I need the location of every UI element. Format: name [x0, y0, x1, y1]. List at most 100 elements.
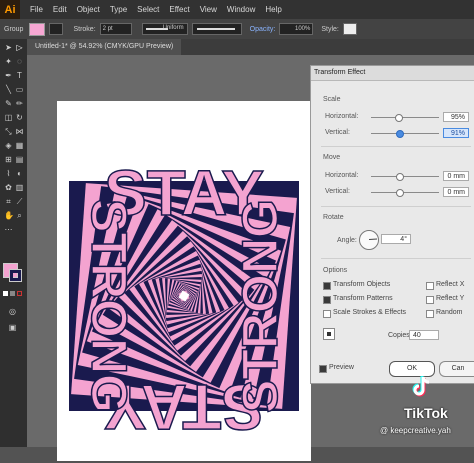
- divider: [321, 206, 471, 207]
- move-section-label: Move: [323, 154, 341, 161]
- brush-definition-select[interactable]: [191, 23, 242, 35]
- eraser-icon[interactable]: ◫: [4, 113, 13, 122]
- document-tab[interactable]: Untitled-1* @ 54.92% (CMYK/GPU Preview): [27, 39, 182, 55]
- pen-tool-icon[interactable]: ✒: [4, 71, 13, 80]
- rotate-section-label: Rotate: [323, 214, 344, 221]
- document-tab-bar: Untitled-1* @ 54.92% (CMYK/GPU Preview): [27, 39, 474, 55]
- fill-swatch[interactable]: [29, 22, 46, 36]
- graph-tool-icon[interactable]: ▥: [15, 183, 24, 192]
- move-horizontal-knob[interactable]: [396, 173, 404, 181]
- menu-file[interactable]: File: [30, 5, 43, 14]
- scale-vertical-field[interactable]: 91%: [443, 128, 469, 138]
- copies-field[interactable]: 40: [409, 330, 439, 340]
- scale-vertical-label: Vertical:: [325, 129, 350, 136]
- blend-tool-icon[interactable]: ◐: [15, 169, 24, 178]
- selection-tool-icon[interactable]: ➤: [4, 43, 13, 52]
- preview-checkbox[interactable]: [319, 365, 327, 373]
- divider: [321, 258, 471, 259]
- move-horizontal-field[interactable]: 0 mm: [443, 171, 469, 181]
- paintbrush-icon[interactable]: ✎: [4, 99, 13, 108]
- scale-strokes-checkbox[interactable]: [323, 310, 331, 318]
- menu-view[interactable]: View: [200, 5, 217, 14]
- direct-selection-tool-icon[interactable]: ▷: [15, 43, 24, 52]
- shape-builder-icon[interactable]: ◈: [4, 141, 13, 150]
- angle-dial[interactable]: [359, 230, 379, 250]
- edit-toolbar-icon[interactable]: ⋯: [4, 225, 13, 234]
- stroke-swatch[interactable]: [49, 23, 64, 35]
- none-mode-icon[interactable]: [17, 291, 22, 296]
- scale-vertical-track[interactable]: [371, 133, 439, 134]
- eyedropper-icon[interactable]: ⌇: [4, 169, 13, 178]
- tiktok-logo-icon: [412, 375, 432, 399]
- scale-vertical-knob[interactable]: [396, 130, 404, 138]
- menu-bar: Ai File Edit Object Type Select Effect V…: [0, 0, 474, 19]
- magic-wand-icon[interactable]: ✦: [4, 57, 13, 66]
- random-checkbox[interactable]: [426, 310, 434, 318]
- type-tool-icon[interactable]: T: [15, 71, 24, 80]
- mesh-tool-icon[interactable]: ⊞: [4, 155, 13, 164]
- word-strong-right: STRONG: [232, 199, 288, 413]
- transform-objects-checkbox[interactable]: [323, 282, 331, 290]
- symbol-sprayer-icon[interactable]: ✿: [4, 183, 13, 192]
- draw-mode-icon[interactable]: ◎: [8, 307, 17, 316]
- menu-type[interactable]: Type: [110, 5, 127, 14]
- scale-horizontal-track[interactable]: [371, 117, 439, 118]
- preview-label: Preview: [329, 364, 354, 371]
- transform-objects-label: Transform Objects: [333, 281, 391, 288]
- transform-patterns-checkbox[interactable]: [323, 296, 331, 304]
- lasso-icon[interactable]: ◌: [15, 57, 24, 66]
- scale-tool-icon[interactable]: ⤡: [4, 127, 13, 136]
- menu-window[interactable]: Window: [227, 5, 255, 14]
- gradient-tool-icon[interactable]: ▤: [15, 155, 24, 164]
- angle-dial-needle: [369, 238, 378, 240]
- zoom-tool-icon[interactable]: ⌕: [15, 211, 24, 220]
- move-vertical-track[interactable]: [371, 192, 439, 193]
- width-tool-icon[interactable]: ⋈: [15, 127, 24, 136]
- stroke-profile-select[interactable]: Uniform: [141, 23, 188, 35]
- scale-horizontal-label: Horizontal:: [325, 113, 359, 120]
- move-vertical-knob[interactable]: [396, 189, 404, 197]
- stroke-weight-field[interactable]: 2 pt: [99, 23, 132, 35]
- reference-point-icon[interactable]: [323, 328, 335, 340]
- line-tool-icon[interactable]: ╲: [4, 85, 13, 94]
- tools-panel: ➤ ▷ ✦ ◌ ✒ T ╲ ▭ ✎ ✏ ◫ ↻ ⤡ ⋈ ◈ ▦ ⊞ ▤ ⌇ ◐ …: [0, 39, 27, 447]
- gradient-mode-icon[interactable]: [10, 291, 15, 296]
- slice-tool-icon[interactable]: ⟋: [15, 197, 24, 206]
- menu-help[interactable]: Help: [265, 5, 281, 14]
- stroke-label[interactable]: Stroke:: [73, 26, 95, 33]
- menu-edit[interactable]: Edit: [53, 5, 67, 14]
- angle-field[interactable]: 4°: [381, 234, 411, 244]
- perspective-grid-icon[interactable]: ▦: [15, 141, 24, 150]
- move-vertical-field[interactable]: 0 mm: [443, 187, 469, 197]
- reflect-y-checkbox[interactable]: [426, 296, 434, 304]
- menu-object[interactable]: Object: [77, 5, 100, 14]
- style-swatch[interactable]: [342, 23, 357, 35]
- menu-select[interactable]: Select: [137, 5, 159, 14]
- rectangle-tool-icon[interactable]: ▭: [15, 85, 24, 94]
- copies-label: Copies: [388, 332, 410, 339]
- reference-point-center: [327, 332, 331, 336]
- rotate-tool-icon[interactable]: ↻: [15, 113, 24, 122]
- move-horizontal-track[interactable]: [371, 176, 439, 177]
- dialog-title[interactable]: Transform Effect: [311, 66, 474, 81]
- options-section-label: Options: [323, 267, 348, 274]
- screen-mode-icon[interactable]: ▣: [8, 323, 17, 332]
- color-mode-icon[interactable]: [3, 291, 8, 296]
- artboard[interactable]: STAY STAY STRONG STRONG: [57, 101, 311, 461]
- control-bar: Group Stroke: 2 pt Uniform Opacity: 100%…: [0, 19, 474, 39]
- tiktok-watermark: TikTok @ keepcreative.yah: [380, 375, 474, 447]
- stroke-color-box[interactable]: [9, 269, 22, 282]
- reflect-x-label: Reflect X: [436, 281, 465, 288]
- style-label: Style:: [321, 25, 339, 33]
- scale-horizontal-knob[interactable]: [395, 114, 403, 122]
- scale-horizontal-field[interactable]: 95%: [443, 112, 469, 122]
- stay-strong-artwork[interactable]: STAY STAY STRONG STRONG: [57, 101, 311, 461]
- pencil-icon[interactable]: ✏: [15, 99, 24, 108]
- artboard-tool-icon[interactable]: ⌗: [4, 197, 13, 206]
- opacity-label[interactable]: Opacity:: [250, 26, 276, 33]
- opacity-field[interactable]: 100%: [279, 23, 314, 35]
- reflect-x-checkbox[interactable]: [426, 282, 434, 290]
- transform-effect-dialog: Transform Effect Scale Horizontal: 95% V…: [310, 65, 474, 384]
- hand-tool-icon[interactable]: ✋: [4, 211, 14, 220]
- menu-effect[interactable]: Effect: [169, 5, 189, 14]
